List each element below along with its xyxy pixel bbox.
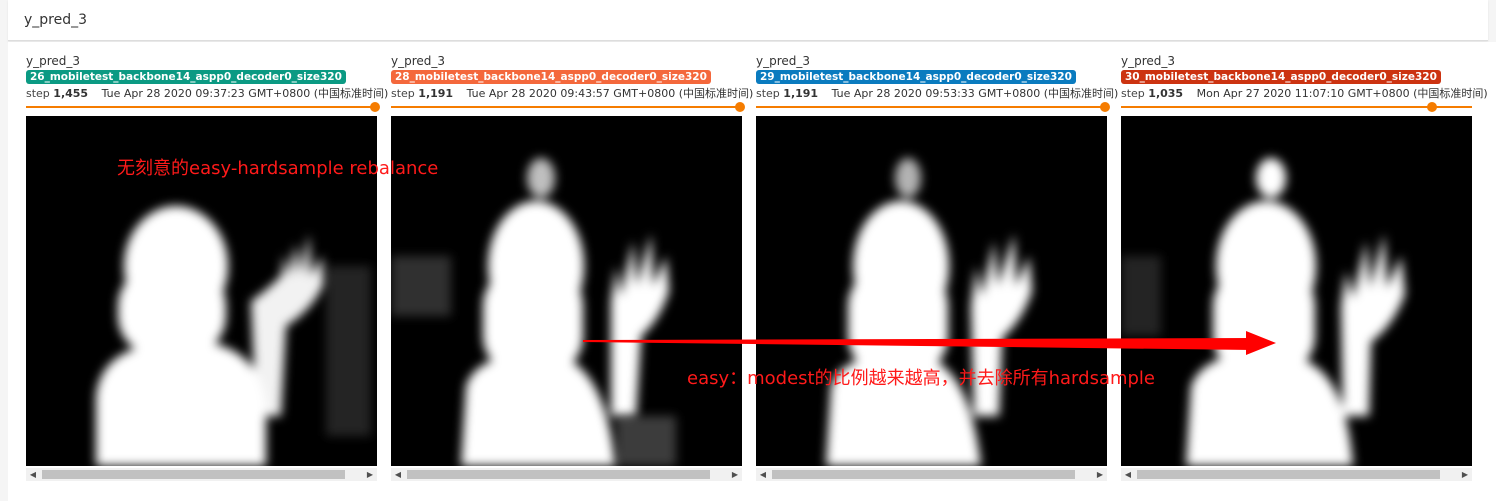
step-slider-thumb[interactable] [1100, 102, 1110, 112]
scroll-right-icon[interactable]: ▶ [728, 468, 742, 481]
run-name-chip: 29_mobiletest_backbone14_aspp0_decoder0_… [756, 70, 1076, 84]
timestamp: Tue Apr 28 2020 09:43:57 GMT+0800 (中国标准时… [466, 87, 754, 100]
step-value: 1,191 [783, 87, 819, 100]
image-card: y_pred_3 29_mobiletest_backbone14_aspp0_… [756, 42, 1118, 492]
step-slider[interactable] [391, 106, 742, 108]
image-card: y_pred_3 30_mobiletest_backbone14_aspp0_… [1121, 42, 1488, 492]
scroll-right-icon[interactable]: ▶ [1093, 468, 1107, 481]
scroll-left-icon[interactable]: ◀ [756, 468, 770, 481]
step-value: 1,035 [1148, 87, 1184, 100]
step-slider-thumb[interactable] [735, 102, 745, 112]
scrollbar-thumb[interactable] [42, 470, 345, 479]
card-title: y_pred_3 [756, 54, 811, 68]
mask-image [1121, 116, 1472, 466]
horizontal-scrollbar[interactable]: ◀ ▶ [26, 468, 377, 481]
step-info: step 1,035 Mon Apr 27 2020 11:07:10 GMT+… [1121, 85, 1488, 101]
step-slider[interactable] [756, 106, 1107, 108]
step-info: step 1,455 Tue Apr 28 2020 09:37:23 GMT+… [26, 85, 388, 101]
step-label: step [26, 87, 50, 100]
panel-header[interactable]: y_pred_3 [8, 0, 1488, 41]
image-card: y_pred_3 28_mobiletest_backbone14_aspp0_… [391, 42, 753, 492]
run-name-chip: 30_mobiletest_backbone14_aspp0_decoder0_… [1121, 70, 1441, 84]
image-grid: y_pred_3 26_mobiletest_backbone14_aspp0_… [8, 42, 1496, 501]
step-slider-thumb[interactable] [1427, 102, 1437, 112]
annotation-text: 无刻意的easy-hardsample rebalance [117, 158, 439, 179]
prediction-image [1121, 116, 1472, 466]
scrollbar-thumb[interactable] [772, 470, 1075, 479]
timestamp: Mon Apr 27 2020 11:07:10 GMT+0800 (中国标准时… [1196, 87, 1488, 100]
step-slider[interactable] [26, 106, 377, 108]
image-card: y_pred_3 26_mobiletest_backbone14_aspp0_… [26, 42, 388, 492]
step-value: 1,191 [418, 87, 454, 100]
run-name-chip: 28_mobiletest_backbone14_aspp0_decoder0_… [391, 70, 711, 84]
scroll-left-icon[interactable]: ◀ [1121, 468, 1135, 481]
card-title: y_pred_3 [26, 54, 81, 68]
step-info: step 1,191 Tue Apr 28 2020 09:53:33 GMT+… [756, 85, 1118, 101]
horizontal-scrollbar[interactable]: ◀ ▶ [391, 468, 742, 481]
timestamp: Tue Apr 28 2020 09:37:23 GMT+0800 (中国标准时… [101, 87, 389, 100]
scroll-right-icon[interactable]: ▶ [363, 468, 377, 481]
annotation-text: easy：modest的比例越来越高，并去除所有hardsample [687, 368, 1156, 389]
scrollbar-thumb[interactable] [1137, 470, 1440, 479]
prediction-image [756, 116, 1107, 466]
scroll-left-icon[interactable]: ◀ [26, 468, 40, 481]
horizontal-scrollbar[interactable]: ◀ ▶ [1121, 468, 1472, 481]
scroll-left-icon[interactable]: ◀ [391, 468, 405, 481]
mask-image [756, 116, 1107, 466]
run-name-chip: 26_mobiletest_backbone14_aspp0_decoder0_… [26, 70, 346, 84]
step-label: step [756, 87, 780, 100]
card-title: y_pred_3 [391, 54, 446, 68]
horizontal-scrollbar[interactable]: ◀ ▶ [756, 468, 1107, 481]
card-title: y_pred_3 [1121, 54, 1176, 68]
scroll-right-icon[interactable]: ▶ [1458, 468, 1472, 481]
panel-title: y_pred_3 [24, 12, 88, 28]
step-value: 1,455 [53, 87, 89, 100]
step-label: step [1121, 87, 1145, 100]
timestamp: Tue Apr 28 2020 09:53:33 GMT+0800 (中国标准时… [831, 87, 1119, 100]
mask-image [391, 116, 742, 466]
step-slider[interactable] [1121, 106, 1472, 108]
step-info: step 1,191 Tue Apr 28 2020 09:43:57 GMT+… [391, 85, 753, 101]
prediction-image [391, 116, 742, 466]
scrollbar-thumb[interactable] [407, 470, 710, 479]
step-slider-thumb[interactable] [370, 102, 380, 112]
step-label: step [391, 87, 415, 100]
